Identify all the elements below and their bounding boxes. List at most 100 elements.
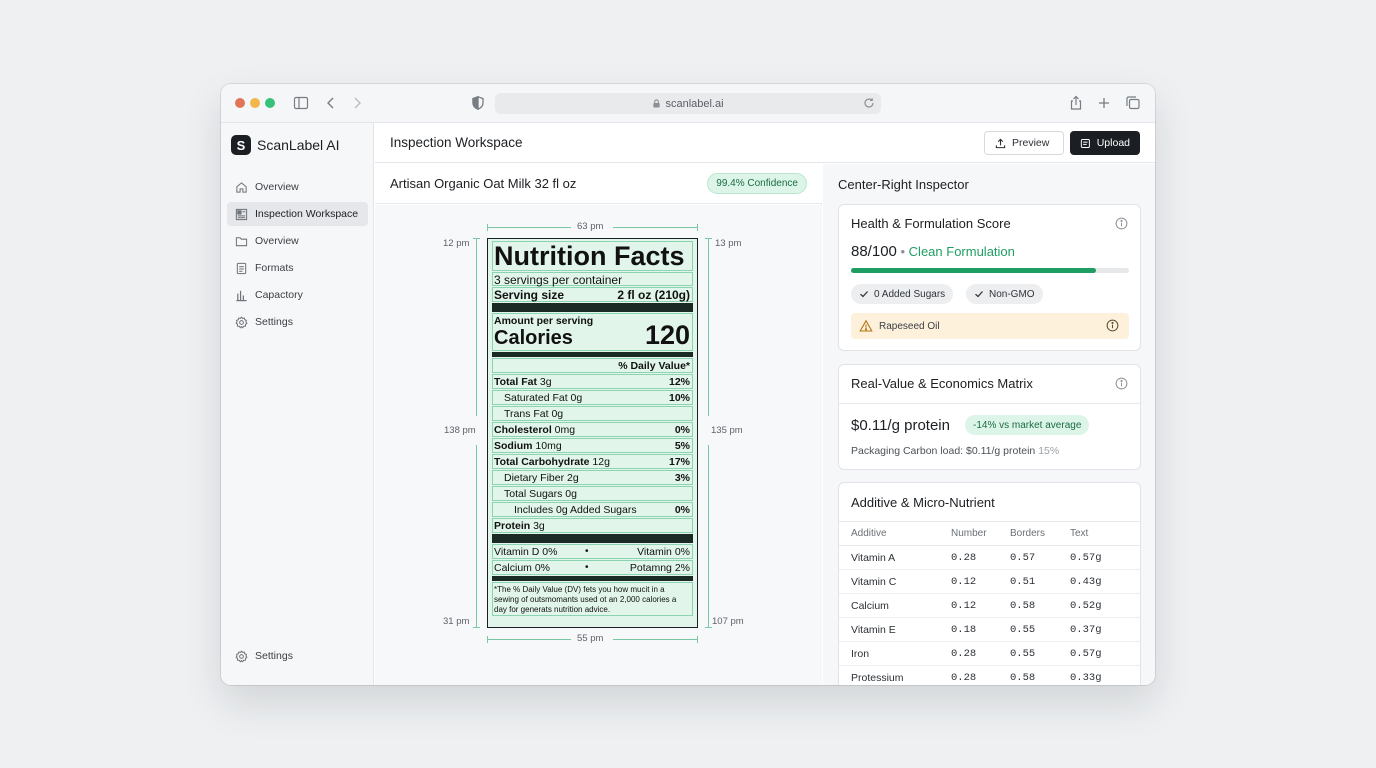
table-row[interactable]: Protessium 0.28 0.58 0.33g [839, 665, 1140, 685]
sidebar-item-overview-folder[interactable]: Overview [227, 229, 368, 253]
table-row[interactable]: Iron 0.28 0.55 0.57g [839, 641, 1140, 666]
sidebar-item-formats[interactable]: Formats [227, 256, 368, 280]
servings-row: 3 servings per container [492, 272, 693, 287]
nutrient-amount: 10mg [532, 440, 562, 452]
nutrition-facts-label[interactable]: Nutrition Facts 3 servings per container… [487, 238, 698, 628]
dimension-left-top-label: 12 pm [443, 238, 470, 249]
dimension-left-bottom-label: 31 pm [443, 616, 470, 627]
sidebar-bottom: Settings [227, 644, 368, 671]
dimension-line [708, 445, 709, 628]
potassium-text: Potamng 2% [629, 562, 690, 574]
reload-icon[interactable] [863, 97, 875, 109]
chip-label: 0 Added Sugars [874, 288, 946, 300]
brand[interactable]: S ScanLabel AI [231, 135, 340, 155]
serving-size-row: Serving size 2 fl oz (210g) [492, 287, 693, 302]
tabs-overview-icon[interactable] [1125, 95, 1141, 111]
bullet-separator: • [585, 562, 589, 573]
sidebar-item-inspection-workspace[interactable]: Inspection Workspace [227, 202, 368, 226]
nutrient-amount: 0mg [551, 424, 576, 436]
additive-value-cell: 0.58 [1010, 593, 1070, 618]
folder-icon [235, 235, 248, 248]
nutrient-daily-value: 5% [674, 440, 690, 452]
dimension-line [476, 238, 477, 416]
nutrient-daily-value: 10% [668, 392, 690, 404]
column-header[interactable]: Text [1070, 521, 1140, 546]
dimension-tick [705, 627, 712, 628]
dimension-line [487, 227, 571, 228]
maximize-window-button[interactable] [265, 98, 275, 108]
chip-added-sugars[interactable]: 0 Added Sugars [851, 284, 954, 304]
info-icon[interactable] [1106, 319, 1119, 332]
carbon-label: Packaging Carbon load: $0.11/g protein [851, 445, 1036, 457]
nutrient-daily-value: 12% [668, 376, 690, 388]
address-bar[interactable]: scanlabel.ai [495, 93, 881, 114]
card-title: Additive & Micro-Nutrient [851, 495, 995, 510]
nutrient-daily-value: 3% [674, 472, 690, 484]
additive-value-cell: 0.58 [1010, 665, 1070, 685]
chip-label: Non-GMO [989, 288, 1035, 300]
dimension-right-mid-label: 135 pm [711, 425, 743, 436]
column-header[interactable]: Additive [839, 521, 951, 546]
nutrient-row: Total Carbohydrate 12g 17% [492, 454, 693, 469]
upload-arrow-icon [995, 138, 1006, 148]
nutrient-row: Trans Fat 0g [492, 406, 693, 421]
servings-text: 3 servings per container [494, 273, 623, 287]
check-icon [860, 291, 868, 298]
daily-value-header: % Daily Value* [618, 360, 690, 372]
sidebar-item-settings-bottom[interactable]: Settings [227, 644, 368, 668]
sidebar-toggle-icon[interactable] [293, 95, 309, 111]
dimension-bottom-label: 55 pm [577, 633, 604, 644]
shield-icon[interactable] [470, 95, 486, 111]
additive-value-cell: 0.55 [1010, 617, 1070, 642]
dimension-tick [697, 636, 698, 643]
sidebar-item-overview[interactable]: Overview [227, 175, 368, 199]
browser-titlebar: scanlabel.ai [221, 84, 1155, 123]
score-value: 88/100 [851, 243, 897, 260]
table-row[interactable]: Vitamin E 0.18 0.55 0.37g [839, 617, 1140, 642]
preview-button[interactable]: Preview [984, 131, 1064, 155]
column-header[interactable]: Number [951, 521, 1010, 546]
ingredient-warning[interactable]: Rapeseed Oil [851, 313, 1129, 339]
nutrient-rows: Total Fat 3g 12% Saturated Fat 0g 10% Trans … [492, 374, 693, 533]
nutrient-row: Sodium 10mg 5% [492, 438, 693, 453]
dimension-line [613, 639, 698, 640]
label-canvas[interactable]: 63 pm 55 pm 12 pm 138 pm 31 pm 13 pm 135… [375, 205, 822, 685]
calories-label: Calories [494, 327, 573, 349]
close-window-button[interactable] [235, 98, 245, 108]
table-row[interactable]: Calcium 0.12 0.58 0.52g [839, 593, 1140, 618]
grid-icon [235, 208, 248, 221]
sidebar-item-settings[interactable]: Settings [227, 310, 368, 334]
market-comparison-badge: -14% vs market average [965, 415, 1090, 435]
table-row[interactable]: Vitamin A 0.28 0.57 0.57g [839, 545, 1140, 570]
forward-icon[interactable] [349, 95, 365, 111]
dimension-tick [487, 636, 488, 643]
share-icon[interactable] [1068, 95, 1084, 111]
main-header: Inspection Workspace Preview Upload [375, 123, 1155, 163]
sidebar-item-capactory[interactable]: Capactory [227, 283, 368, 307]
chip-non-gmo[interactable]: Non-GMO [966, 284, 1043, 304]
nutrient-name: Includes 0g Added Sugars [514, 504, 637, 516]
warning-text: Rapeseed Oil [879, 320, 940, 332]
column-header[interactable]: Borders [1010, 521, 1070, 546]
amount-per-serving: Amount per serving [494, 315, 594, 327]
back-icon[interactable] [323, 95, 339, 111]
sidebar-item-label: Settings [255, 650, 293, 662]
upload-button[interactable]: Upload [1070, 131, 1140, 155]
info-icon[interactable] [1115, 217, 1128, 230]
dimension-line [487, 639, 571, 640]
calcium-text: Calcium 0% [494, 562, 551, 574]
label-divider [492, 576, 693, 581]
info-icon[interactable] [1115, 377, 1128, 390]
app-logo-icon: S [231, 135, 251, 155]
additives-card: Additive & Micro-Nutrient Additive Numbe… [838, 482, 1141, 685]
serving-size-value: 2 fl oz (210g) [617, 288, 690, 302]
bar-chart-icon [235, 289, 248, 302]
sidebar-item-label: Overview [255, 181, 299, 193]
home-icon [235, 181, 248, 194]
new-tab-icon[interactable] [1096, 95, 1112, 111]
nutrient-name: Total Sugars 0g [504, 488, 577, 500]
minimize-window-button[interactable] [250, 98, 260, 108]
dimension-tick [487, 224, 488, 231]
additive-value-cell: 0.55 [1010, 641, 1070, 666]
table-row[interactable]: Vitamin C 0.12 0.51 0.43g [839, 569, 1140, 594]
